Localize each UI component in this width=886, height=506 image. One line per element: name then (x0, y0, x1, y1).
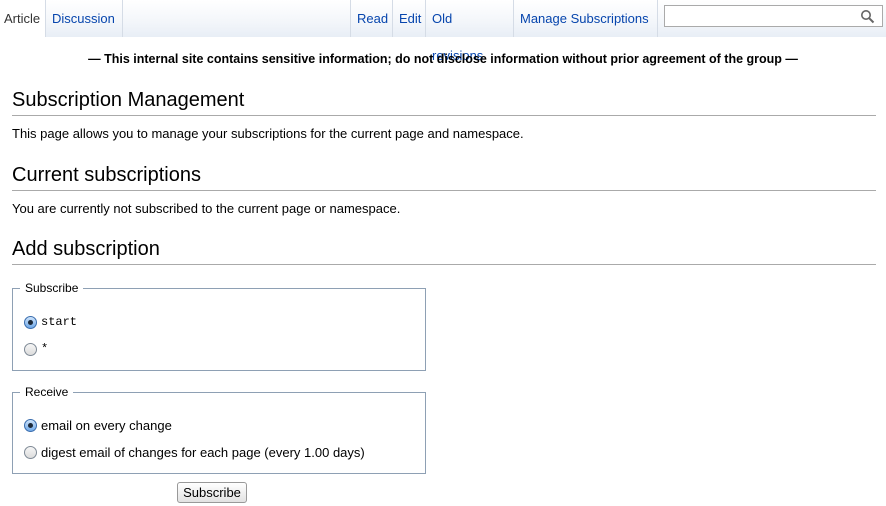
tab-discussion[interactable]: Discussion (46, 0, 123, 37)
tab-bar: Article Discussion Read Edit Old revisio… (0, 0, 886, 63)
heading-current-subscriptions: Current subscriptions (12, 163, 876, 191)
receive-fieldset: Receive email on every change digest ema… (12, 385, 426, 474)
subscribe-option-all[interactable]: * (24, 342, 48, 356)
tab-edit[interactable]: Edit (393, 0, 426, 37)
search-box (664, 5, 883, 27)
radio-start[interactable] (24, 315, 37, 329)
subscribe-legend: Subscribe (20, 281, 84, 295)
radio-digest[interactable] (24, 446, 37, 459)
option-label: * (41, 342, 49, 356)
receive-legend: Receive (20, 385, 74, 399)
heading-add-subscription: Add subscription (12, 237, 876, 265)
subscribe-option-start[interactable]: start (24, 315, 77, 329)
subscription-management-text: This page allows you to manage your subs… (12, 126, 524, 141)
radio-all[interactable] (24, 342, 37, 356)
subscribe-fieldset: Subscribe start * (12, 281, 426, 371)
search-icon[interactable] (860, 9, 875, 24)
option-label: start (41, 315, 78, 329)
subscribe-button[interactable]: Subscribe (177, 482, 247, 503)
option-label: email on every change (41, 418, 172, 433)
receive-option-email[interactable]: email on every change (24, 418, 172, 433)
receive-option-digest[interactable]: digest email of changes for each page (e… (24, 445, 365, 460)
tab-article[interactable]: Article (0, 0, 46, 37)
sensitive-notice: — This internal site contains sensitive … (88, 52, 798, 66)
tab-read[interactable]: Read (350, 0, 393, 37)
search-input[interactable] (669, 7, 863, 27)
heading-subscription-management: Subscription Management (12, 88, 876, 116)
tab-old-revisions[interactable]: Old revisions (426, 0, 514, 63)
tab-manage-subscriptions[interactable]: Manage Subscriptions (514, 0, 658, 37)
radio-email[interactable] (24, 419, 37, 432)
option-label: digest email of changes for each page (e… (41, 445, 365, 460)
current-subscriptions-text: You are currently not subscribed to the … (12, 201, 401, 216)
